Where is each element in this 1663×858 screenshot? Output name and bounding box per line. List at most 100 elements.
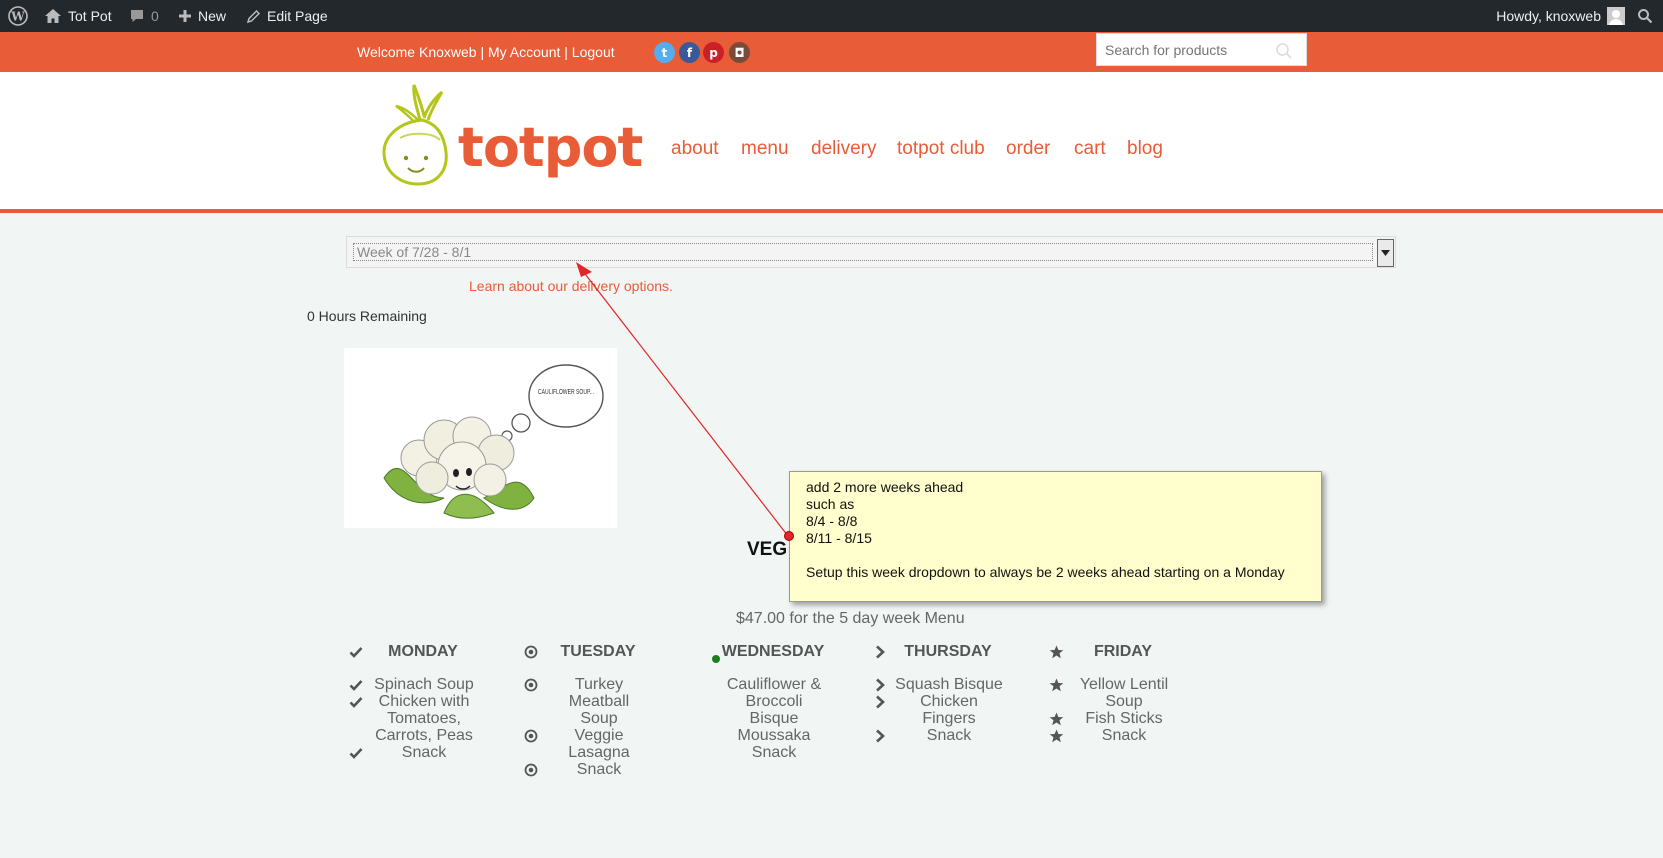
howdy-text: Howdy, knoxweb	[1496, 8, 1601, 24]
annotation-line: 8/11 - 8/15	[806, 530, 872, 546]
dot-circle-icon	[524, 729, 538, 747]
day-header: MONDAY	[339, 643, 509, 663]
week-dropdown-value: Week of 7/28 - 8/1	[353, 243, 1373, 261]
delivery-options-link[interactable]: Learn about our delivery options.	[469, 278, 673, 294]
check-icon	[349, 695, 363, 713]
menu-item-text: Chicken with Tomatoes, Carrots, Peas	[375, 693, 473, 744]
menu-item-text: Turkey Meatball Soup	[568, 676, 630, 727]
menu-item: Snack	[689, 744, 859, 761]
veg-heading: VEG	[747, 539, 788, 560]
caret-down-icon	[1381, 250, 1390, 256]
menu-item: Fish Sticks	[1039, 710, 1209, 727]
admin-bar: W Tot Pot 0 New Edit Page Howdy, knoxweb	[0, 0, 1663, 32]
new-label: New	[198, 8, 227, 24]
plus-icon	[179, 10, 191, 22]
menu-item: Veggie Lasagna	[514, 727, 684, 761]
menu-item-text: Snack	[751, 744, 797, 761]
nav-about[interactable]: about	[671, 138, 719, 160]
site-header: totpot about menu delivery totpot club order…	[0, 72, 1663, 213]
edit-page-link[interactable]: Edit Page	[246, 0, 328, 32]
day-title: THURSDAY	[904, 643, 992, 660]
menu-item-text: Snack	[401, 744, 447, 761]
menu-item-text: Snack	[576, 761, 622, 778]
week-dropdown[interactable]: Week of 7/28 - 8/1	[346, 236, 1396, 268]
nav-delivery[interactable]: delivery	[811, 138, 876, 160]
hours-remaining: 0 Hours Remaining	[307, 308, 427, 324]
nav-cart[interactable]: cart	[1074, 138, 1106, 160]
day-title: MONDAY	[388, 643, 458, 660]
menu-item: Moussaka	[689, 727, 859, 744]
day-title: TUESDAY	[560, 643, 636, 660]
menu-item-text: Moussaka	[737, 727, 811, 744]
avatar	[1607, 7, 1625, 25]
annotation-note: add 2 more weeks ahead such as 8/4 - 8/8 8/…	[789, 471, 1322, 602]
check-icon	[349, 746, 363, 764]
site-name-link[interactable]: Tot Pot	[44, 0, 112, 32]
dot-circle-icon	[524, 763, 538, 781]
menu-item: Cauliflower & Broccoli Bisque	[689, 676, 859, 727]
cauliflower-illustration: CAULIFLOWER SOUP...	[344, 348, 617, 528]
menu-item-text: Chicken Fingers	[920, 693, 978, 727]
day-header: WEDNESDAY	[689, 643, 859, 663]
menu-item: Chicken with Tomatoes, Carrots, Peas	[339, 693, 509, 744]
nav-blog[interactable]: blog	[1127, 138, 1163, 160]
pinterest-icon[interactable]: p	[703, 42, 724, 63]
nav-totpot-club[interactable]: totpot club	[897, 138, 985, 160]
star-icon	[1049, 678, 1064, 696]
day-header: THURSDAY	[864, 643, 1034, 663]
my-account-menu[interactable]: Howdy, knoxweb	[1496, 0, 1625, 32]
menu-item: Snack	[514, 761, 684, 778]
day-column-tuesday: TUESDAY Turkey Meatball Soup Veggie Lasagn…	[514, 643, 684, 778]
welcome-text: Welcome Knoxweb	[357, 44, 477, 60]
new-content-link[interactable]: New	[178, 0, 226, 32]
thought-bubble-text: CAULIFLOWER SOUP...	[538, 387, 594, 396]
nav-order[interactable]: order	[1006, 138, 1050, 160]
price-text: $47.00 for the 5 day week Menu	[736, 610, 965, 627]
day-column-friday: FRIDAY Yellow Lentil Soup Fish Sticks Snack	[1039, 643, 1209, 744]
annotation-line: add 2 more weeks ahead	[806, 479, 964, 495]
day-header: FRIDAY	[1039, 643, 1209, 663]
menu-item: Turkey Meatball Soup	[514, 676, 684, 727]
annotation-line: Setup this week dropdown to always be 2 …	[806, 564, 1285, 580]
instagram-icon[interactable]: ◘	[729, 42, 750, 63]
menu-item: Snack	[1039, 727, 1209, 744]
home-icon	[45, 9, 61, 23]
day-column-wednesday: WEDNESDAY Cauliflower & Broccoli Bisque Mo…	[689, 643, 859, 761]
menu-item: Snack	[339, 744, 509, 761]
menu-item-text: Snack	[1101, 727, 1147, 744]
day-column-monday: MONDAY Spinach Soup Chicken with Tomatoes,…	[339, 643, 509, 761]
day-column-thursday: THURSDAY Squash Bisque Chicken Fingers Snac…	[864, 643, 1034, 744]
chevron-right-icon	[874, 729, 886, 747]
week-dropdown-toggle[interactable]	[1377, 239, 1394, 267]
menu-item: Chicken Fingers	[864, 693, 1034, 727]
nav-menu[interactable]: menu	[741, 138, 789, 160]
menu-item: Squash Bisque	[864, 676, 1034, 693]
my-account-link[interactable]: My Account	[488, 44, 560, 60]
pencil-icon	[246, 9, 261, 23]
admin-search-button[interactable]	[1637, 0, 1653, 32]
search-icon	[1638, 9, 1653, 24]
logo-wordmark[interactable]: totpot	[458, 116, 643, 179]
twitter-icon[interactable]: t	[654, 42, 675, 63]
welcome-line: Welcome Knoxweb | My Account | Logout	[357, 44, 615, 60]
facebook-icon[interactable]: f	[679, 42, 700, 63]
annotation-line: 8/4 - 8/8	[806, 513, 858, 529]
menu-item-text: Spinach Soup	[374, 676, 474, 693]
svg-text:W: W	[10, 10, 25, 24]
menu-item-text: Squash Bisque	[895, 676, 1003, 693]
star-icon	[1049, 729, 1064, 747]
site-name: Tot Pot	[68, 8, 112, 24]
day-header: TUESDAY	[514, 643, 684, 663]
search-icon[interactable]	[1275, 42, 1293, 60]
dot-circle-icon	[524, 678, 538, 696]
edit-page-label: Edit Page	[267, 8, 328, 24]
wordpress-logo-icon[interactable]: W	[8, 0, 28, 32]
menu-item-text: Yellow Lentil Soup	[1079, 676, 1169, 710]
day-title: WEDNESDAY	[721, 643, 825, 660]
menu-item-text: Fish Sticks	[1085, 710, 1163, 727]
logout-link[interactable]: Logout	[572, 44, 615, 60]
menu-item: Snack	[864, 727, 1034, 744]
menu-item-text: Snack	[926, 727, 972, 744]
menu-item-text: Cauliflower & Broccoli Bisque	[726, 676, 822, 727]
comments-link[interactable]: 0	[129, 0, 159, 32]
